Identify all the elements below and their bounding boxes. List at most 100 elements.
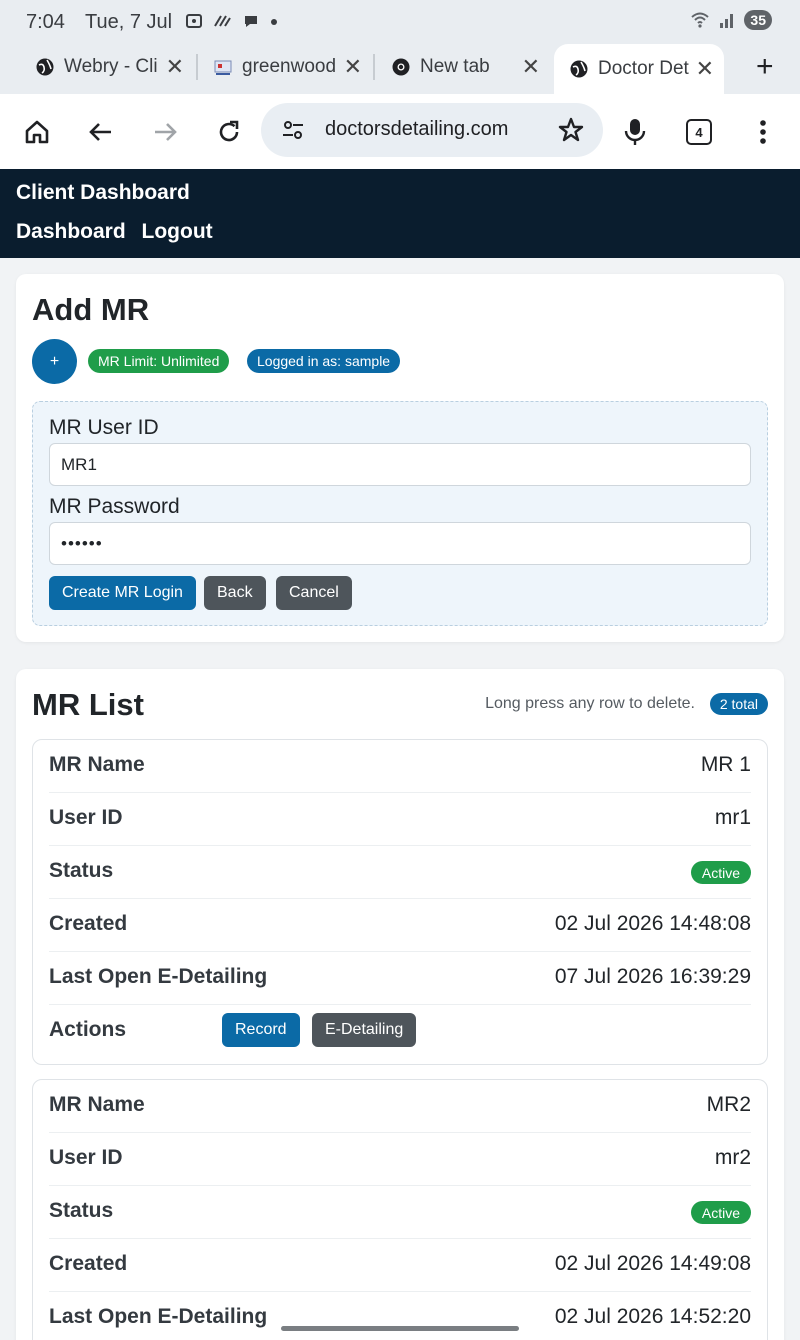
status-label: Status [49, 859, 114, 882]
user-id-value: mr1 [714, 806, 751, 829]
tab-webry[interactable]: Webry - Cli ✕ [34, 44, 184, 90]
close-icon[interactable]: ✕ [344, 54, 362, 80]
mr-password-label: MR Password [49, 495, 180, 518]
status-date: Tue, 7 Jul [85, 11, 173, 33]
total-count-badge: 2 total [709, 693, 768, 715]
created-label: Created [49, 912, 128, 935]
mr-last-open-row: Last Open E-Detailing 07 Jul 2026 16:39:… [49, 952, 751, 1005]
mr-status-row: Status Active [49, 1186, 751, 1239]
gesture-navigation-bar[interactable] [281, 1326, 519, 1331]
stripes-icon [214, 15, 232, 27]
mr-list-item[interactable]: MR Name MR2 User ID mr2 Status Active Cr… [32, 1079, 768, 1340]
system-indicators: 35 [690, 10, 772, 30]
address-bar[interactable]: doctorsdetailing.com [261, 103, 603, 157]
add-mr-heading: Add MR [32, 292, 150, 327]
back-button[interactable]: Back [204, 576, 266, 610]
status-label: Status [49, 1199, 114, 1222]
add-mr-toggle-button[interactable]: + [32, 339, 77, 384]
mr-created-row: Created 02 Jul 2026 14:49:08 [49, 1239, 751, 1292]
microphone-icon[interactable] [617, 114, 653, 150]
site-favicon-icon [212, 56, 234, 78]
mr-user-id-label: MR User ID [49, 416, 159, 439]
last-open-label: Last Open E-Detailing [49, 965, 268, 988]
signal-icon [720, 14, 734, 28]
new-tab-icon[interactable]: + [756, 50, 774, 84]
mr-password-input[interactable] [49, 522, 751, 565]
browser-tab-strip: Webry - Cli ✕ greenwood ✕ New tab ✕ Doct… [0, 44, 800, 94]
status-badge: Active [690, 1201, 751, 1224]
mr-name-label: MR Name [49, 753, 145, 776]
tab-title: New tab [420, 56, 490, 77]
system-status-bar: 7:04 Tue, 7 Jul 35 [0, 0, 800, 44]
more-menu-icon[interactable] [745, 114, 781, 150]
create-mr-login-button[interactable]: Create MR Login [49, 576, 196, 610]
status-time: 7:04 [26, 11, 65, 33]
last-open-value: 07 Jul 2026 16:39:29 [554, 965, 751, 988]
mr-list-item[interactable]: MR Name MR 1 User ID mr1 Status Active C… [32, 739, 768, 1065]
tab-new-tab[interactable]: New tab ✕ [390, 44, 540, 90]
add-mr-card: Add MR + MR Limit: Unlimited Logged in a… [16, 274, 784, 642]
tab-title: Webry - Cli [64, 56, 158, 77]
forward-arrow-icon[interactable] [147, 114, 183, 150]
created-value: 02 Jul 2026 14:48:08 [554, 912, 751, 935]
back-arrow-icon[interactable] [83, 114, 119, 150]
close-icon[interactable]: ✕ [522, 54, 540, 80]
site-header: Client Dashboard Dashboard Logout [0, 169, 800, 258]
cancel-button[interactable]: Cancel [276, 576, 352, 610]
site-title: Client Dashboard [16, 181, 190, 204]
status-badge: Active [690, 861, 751, 884]
mr-user-id-row: User ID mr2 [49, 1133, 751, 1186]
e-detailing-button[interactable]: E-Detailing [312, 1013, 417, 1047]
mr-user-id-row: User ID mr1 [49, 793, 751, 846]
last-open-value: 02 Jul 2026 14:52:20 [554, 1305, 751, 1328]
close-icon[interactable]: ✕ [166, 54, 184, 80]
mr-created-row: Created 02 Jul 2026 14:48:08 [49, 899, 751, 952]
site-settings-icon[interactable] [281, 118, 305, 147]
mr-actions-row: Actions Record E-Detailing [49, 1005, 751, 1058]
wifi-icon [691, 12, 710, 28]
mr-last-open-row: Last Open E-Detailing 02 Jul 2026 14:52:… [49, 1292, 751, 1340]
globe-icon [34, 56, 56, 78]
mr-user-id-input[interactable] [49, 443, 751, 486]
close-icon[interactable]: ✕ [696, 56, 714, 82]
notification-icons [185, 12, 278, 35]
tab-count: 4 [686, 119, 712, 145]
add-mr-form: MR User ID MR Password Create MR Login B… [32, 401, 768, 626]
actions-label: Actions [49, 1018, 127, 1041]
created-label: Created [49, 1252, 128, 1275]
tab-doctor-detailing[interactable]: Doctor Det ✕ [554, 44, 724, 94]
browser-toolbar: doctorsdetailing.com 4 [0, 94, 800, 169]
mr-name-label: MR Name [49, 1093, 145, 1116]
mr-name-value: MR 1 [700, 753, 751, 776]
home-icon[interactable] [19, 114, 55, 150]
site-nav: Dashboard Logout [16, 220, 223, 244]
mr-name-value: MR2 [706, 1093, 751, 1116]
bookmark-star-icon[interactable] [557, 116, 585, 149]
user-id-value: mr2 [714, 1146, 751, 1169]
tab-switcher-button[interactable]: 4 [681, 114, 717, 150]
user-id-label: User ID [49, 1146, 123, 1169]
mr-name-row: MR Name MR2 [49, 1080, 751, 1133]
mr-list-card: MR List Long press any row to delete. 2 … [16, 669, 784, 1340]
reload-icon[interactable] [211, 114, 247, 150]
tab-title: greenwood [242, 56, 336, 77]
mr-status-row: Status Active [49, 846, 751, 899]
created-value: 02 Jul 2026 14:49:08 [554, 1252, 751, 1275]
chrome-icon [390, 56, 412, 78]
mr-list-heading: MR List [32, 687, 144, 722]
globe-icon [568, 58, 590, 80]
delete-hint: Long press any row to delete. [485, 695, 695, 712]
user-id-label: User ID [49, 806, 123, 829]
nav-logout-link[interactable]: Logout [142, 220, 213, 243]
screenshot-icon [186, 14, 202, 28]
tab-title: Doctor Det [598, 58, 689, 79]
mr-name-row: MR Name MR 1 [49, 740, 751, 793]
dot-icon [271, 19, 278, 25]
chat-icon [244, 16, 257, 27]
battery-icon: 35 [744, 10, 772, 30]
logged-in-badge: Logged in as: sample [247, 349, 401, 373]
record-button[interactable]: Record [222, 1013, 300, 1047]
nav-dashboard-link[interactable]: Dashboard [16, 220, 126, 243]
tab-greenwood[interactable]: greenwood ✕ [212, 44, 362, 90]
last-open-label: Last Open E-Detailing [49, 1305, 268, 1328]
